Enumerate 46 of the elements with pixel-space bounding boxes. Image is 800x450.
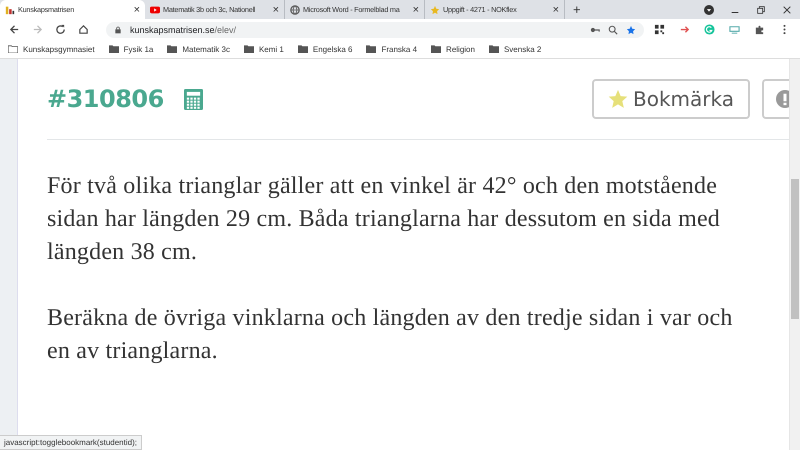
star-icon[interactable] [626, 24, 636, 34]
close-tab-button[interactable]: × [552, 4, 559, 16]
task-text: För två olika trianglar gäller att en vinkel är 42° och den motstående sidan har längden 29 cm. Båda trianglarna har dessutom en sida med längden 38 cm. [47, 172, 722, 267]
scrollbar-thumb[interactable] [791, 179, 799, 319]
bookmark-item[interactable]: Kemi 1 [244, 44, 284, 54]
folder-icon [366, 45, 376, 53]
task-text: Beräkna de övriga vinklarna och längden av den tredje sidan i var och en av trianglarna. [47, 304, 734, 366]
close-tab-button[interactable]: × [412, 4, 419, 16]
bookmark-item[interactable]: Religion [431, 44, 475, 54]
home-icon[interactable] [78, 24, 89, 35]
close-icon[interactable] [782, 4, 792, 14]
star-icon [608, 89, 628, 109]
folder-icon [8, 45, 18, 53]
warning-icon [776, 90, 789, 108]
folder-icon [298, 45, 308, 53]
star-icon [430, 4, 440, 14]
bookmark-item[interactable]: Fysik 1a [108, 44, 154, 54]
status-bar: javascript:togglebookmark(studentid); [0, 435, 142, 450]
folder-icon [488, 45, 499, 53]
bookmark-item[interactable]: Engelska 6 [298, 44, 352, 54]
back-icon[interactable] [9, 24, 20, 35]
close-tab-button[interactable]: × [272, 4, 279, 16]
arrow-icon[interactable] [679, 24, 690, 35]
folder-icon [244, 45, 254, 53]
folder-icon [431, 45, 442, 53]
folder-icon [167, 45, 178, 53]
bookmark-item[interactable]: Kunskapsgymnasiet [8, 44, 95, 54]
zoom-icon[interactable] [608, 24, 618, 34]
new-tab-button[interactable]: + [565, 2, 589, 17]
bookmark-item[interactable]: Svenska 2 [488, 44, 542, 54]
task-number: #310806 [47, 85, 164, 113]
lock-icon [114, 26, 122, 34]
bars-icon [5, 4, 15, 14]
puzzle-icon[interactable] [754, 24, 765, 35]
folder-icon [108, 45, 119, 53]
bookmark-button[interactable]: Bokmärka [592, 79, 750, 119]
close-tab-button[interactable]: × [134, 4, 140, 16]
bookmark-item[interactable]: Franska 4 [366, 44, 418, 54]
qr-code-icon[interactable] [654, 24, 665, 35]
calculator-icon[interactable] [184, 88, 203, 110]
reload-icon[interactable] [55, 24, 66, 35]
globe-icon [290, 4, 300, 14]
restore-icon[interactable] [756, 4, 766, 14]
bookmark-item[interactable]: Matematik 3c [167, 44, 230, 54]
video-icon [150, 4, 160, 14]
address-bar[interactable]: kunskapsmatrisen.se/elev/ [106, 22, 644, 38]
